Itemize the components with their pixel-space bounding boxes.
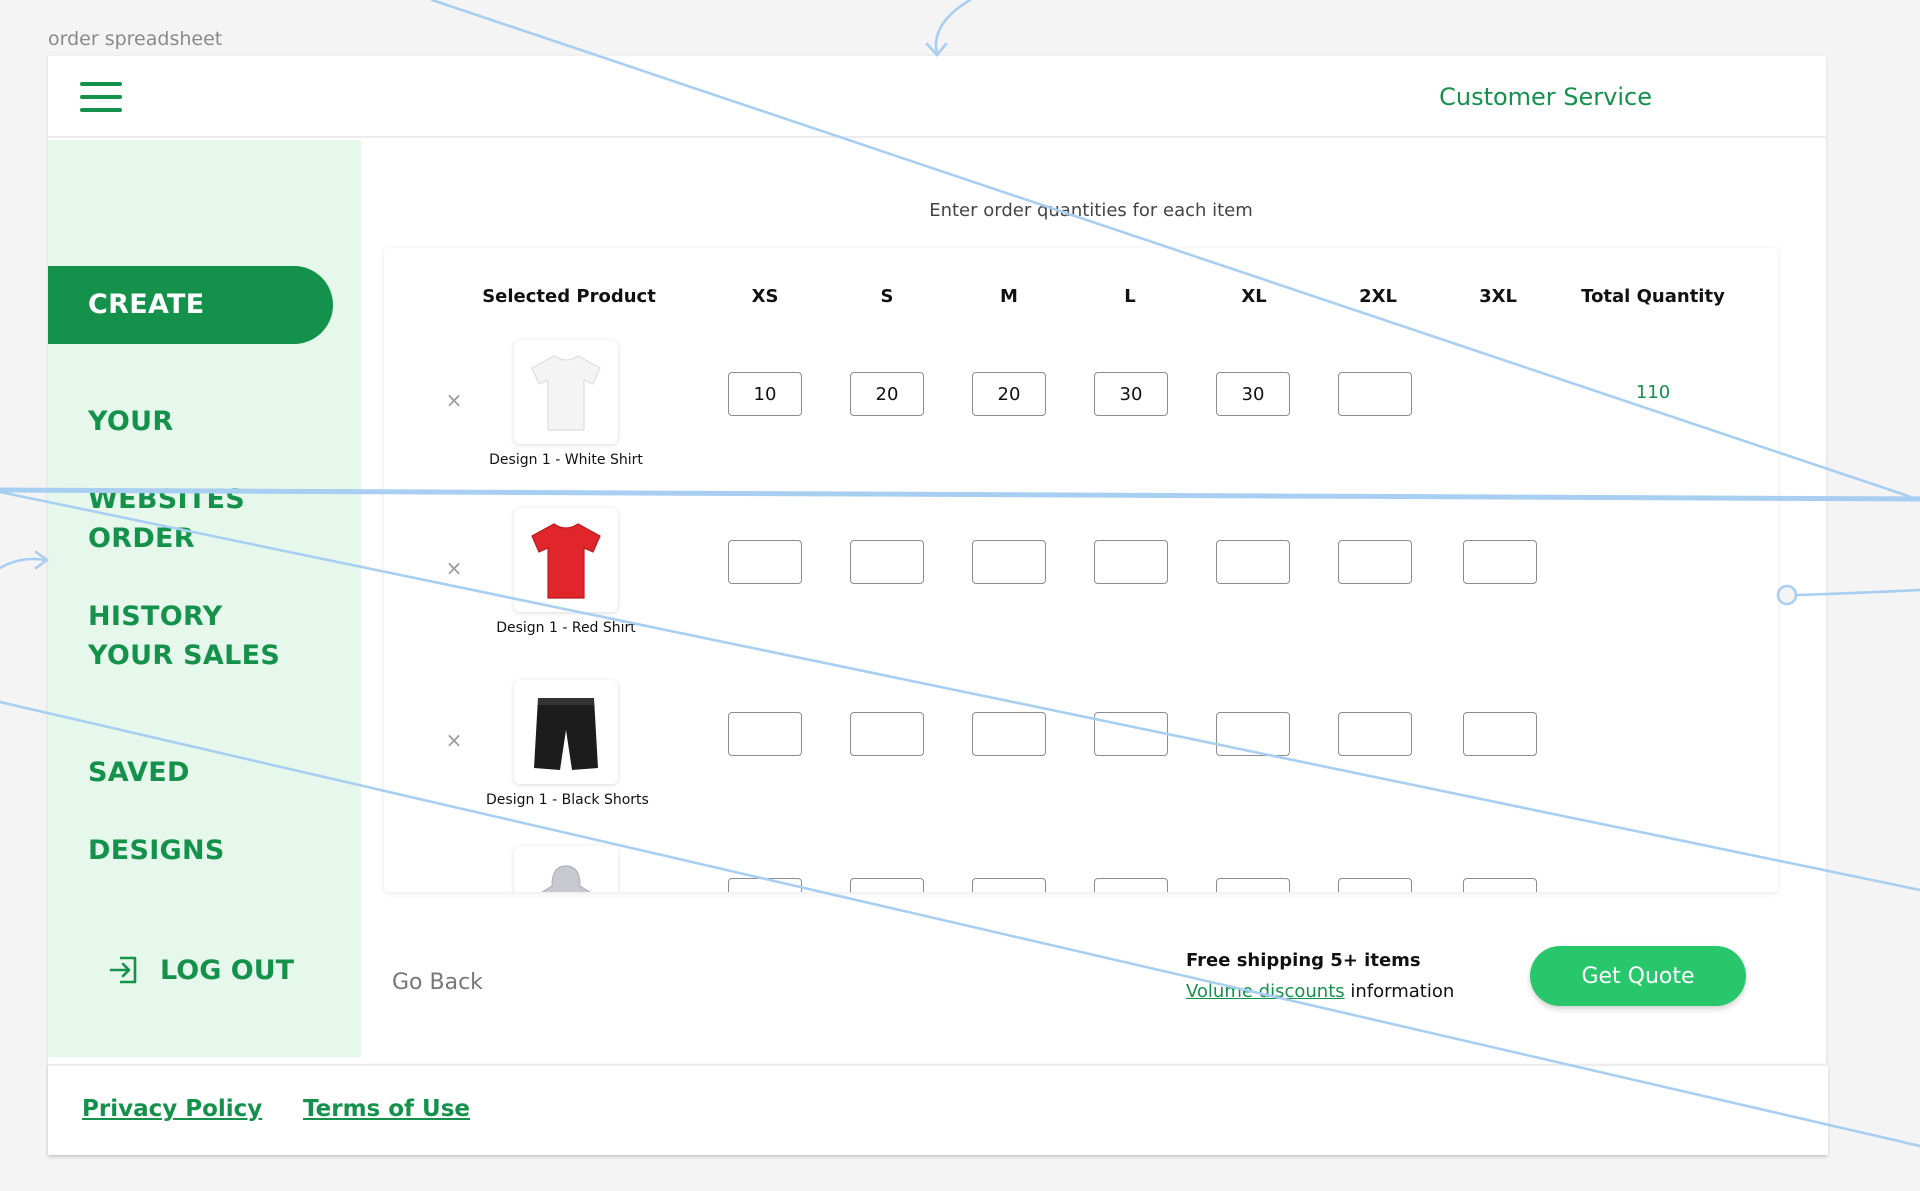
logout-icon <box>109 956 137 984</box>
quantity-input[interactable] <box>1338 878 1412 892</box>
quantity-input[interactable] <box>972 372 1046 416</box>
remove-item-icon[interactable]: × <box>444 728 464 752</box>
column-header: Total Quantity <box>1581 286 1725 307</box>
quantity-input[interactable] <box>1094 372 1168 416</box>
quantity-input[interactable] <box>850 878 924 892</box>
column-header: Selected Product <box>482 286 656 307</box>
column-header: M <box>1000 286 1018 307</box>
column-header: XS <box>751 286 779 307</box>
quantity-input[interactable] <box>1216 540 1290 584</box>
product-thumbnail <box>514 508 618 612</box>
get-quote-button[interactable]: Get Quote <box>1530 946 1746 1006</box>
product-thumbnail <box>514 340 618 444</box>
product-name: Design 1 - Black Shorts <box>486 792 649 808</box>
quantity-input[interactable] <box>1338 540 1412 584</box>
quantity-input[interactable] <box>1463 712 1537 756</box>
frame-label: order spreadsheet <box>48 28 223 50</box>
product-thumbnail <box>514 680 618 784</box>
hamburger-menu-icon[interactable] <box>80 78 122 116</box>
privacy-policy-link[interactable]: Privacy Policy <box>82 1096 262 1122</box>
connector-line <box>0 557 48 570</box>
quantity-input[interactable] <box>850 712 924 756</box>
product-name: Design 1 - White Shirt <box>489 452 643 468</box>
sidebar-item-your-websites[interactable]: YOUR WEBSITES <box>48 383 333 515</box>
quantity-input[interactable] <box>850 372 924 416</box>
arrow-head-icon <box>925 42 948 57</box>
table-row: × Design 1 - Red Shirt <box>384 508 1778 658</box>
logout-label: LOG OUT <box>160 954 295 986</box>
footer: Privacy Policy Terms of Use <box>48 1064 1828 1155</box>
quantity-input[interactable] <box>728 372 802 416</box>
sidebar-item-create[interactable]: CREATE <box>48 266 333 344</box>
sidebar-item-order-history[interactable]: ORDER HISTORY <box>48 500 333 632</box>
quantity-input[interactable] <box>1216 712 1290 756</box>
quantity-input[interactable] <box>1216 878 1290 892</box>
column-header: 2XL <box>1359 286 1397 307</box>
quantity-input[interactable] <box>1463 540 1537 584</box>
customer-service-link[interactable]: Customer Service <box>1439 83 1652 111</box>
volume-discounts-link[interactable]: Volume discounts <box>1186 981 1345 1002</box>
table-row: × Design 1 - Black Shorts <box>384 680 1778 830</box>
table-row: × <box>384 846 1778 892</box>
product-name: Design 1 - Red Shirt <box>496 620 636 636</box>
quantity-input[interactable] <box>1338 372 1412 416</box>
go-back-button[interactable]: Go Back <box>392 970 483 995</box>
column-header: 3XL <box>1479 286 1517 307</box>
quantity-input[interactable] <box>972 712 1046 756</box>
column-header: L <box>1124 286 1136 307</box>
remove-item-icon[interactable]: × <box>444 556 464 580</box>
total-quantity: 110 <box>1635 382 1671 403</box>
quantity-input[interactable] <box>728 878 802 892</box>
red-tshirt-icon <box>531 523 601 599</box>
quantity-input[interactable] <box>972 878 1046 892</box>
sidebar-item-your-sales[interactable]: YOUR SALES <box>48 617 333 695</box>
volume-discounts-line: Volume discounts information <box>1186 981 1454 1002</box>
quantity-input[interactable] <box>1094 712 1168 756</box>
quantity-input[interactable] <box>1094 878 1168 892</box>
product-thumbnail <box>514 846 618 892</box>
sidebar: CREATE YOUR WEBSITES ORDER HISTORY YOUR … <box>48 140 361 1057</box>
black-shorts-icon <box>534 698 598 770</box>
column-header: S <box>880 286 894 307</box>
shipping-info: Free shipping 5+ items Volume discounts … <box>1186 950 1454 1002</box>
arrow-head-icon <box>34 550 50 570</box>
connector-line <box>934 0 972 56</box>
quantity-input[interactable] <box>728 540 802 584</box>
free-shipping-text: Free shipping 5+ items <box>1186 950 1421 971</box>
quantity-input[interactable] <box>1463 878 1537 892</box>
remove-item-icon[interactable]: × <box>444 388 464 412</box>
quantity-input[interactable] <box>1338 712 1412 756</box>
gray-hoodie-icon <box>541 865 591 892</box>
sidebar-item-saved-designs[interactable]: SAVED DESIGNS <box>48 734 333 866</box>
volume-discounts-suffix: information <box>1344 981 1455 1002</box>
logout-button[interactable]: LOG OUT <box>108 950 294 990</box>
instructions-text: Enter order quantities for each item <box>929 200 1253 221</box>
quantity-input[interactable] <box>1216 372 1290 416</box>
quantity-input[interactable] <box>728 712 802 756</box>
terms-of-use-link[interactable]: Terms of Use <box>303 1096 470 1122</box>
quantity-input[interactable] <box>1094 540 1168 584</box>
white-tshirt-icon <box>531 355 601 431</box>
quantity-input[interactable] <box>972 540 1046 584</box>
quantity-input[interactable] <box>850 540 924 584</box>
column-header: XL <box>1241 286 1267 307</box>
top-bar: Customer Service <box>48 56 1826 138</box>
order-spreadsheet-app: Customer Service CREATE YOUR WEBSITES OR… <box>48 56 1828 1155</box>
table-row: × Design 1 - White Shirt 110 <box>384 340 1778 490</box>
order-table: Selected Product XS S M L XL 2XL 3XL Total Quant… <box>384 248 1778 892</box>
